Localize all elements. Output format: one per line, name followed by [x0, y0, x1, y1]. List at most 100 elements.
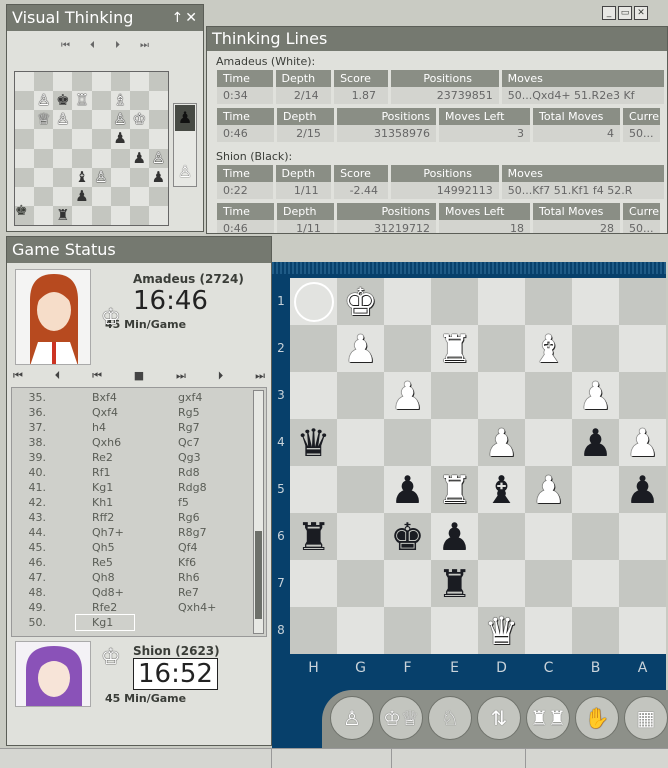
board-square[interactable]	[572, 325, 619, 372]
black-move[interactable]: gxf4	[142, 390, 222, 405]
black-move[interactable]: Qxh4+	[142, 600, 222, 615]
repeat-icon[interactable]: ♜♜	[526, 696, 570, 740]
white-move[interactable]: Qh8	[52, 570, 142, 585]
board-square[interactable]	[337, 419, 384, 466]
white-move[interactable]: Qxh6	[52, 435, 142, 450]
white-move[interactable]: Rf1	[52, 465, 142, 480]
move-row[interactable]: 47. Qh8 Rh6	[12, 570, 266, 585]
white-king-icon[interactable]: ♚	[343, 283, 377, 321]
white-queen-icon[interactable]: ♛	[484, 612, 518, 650]
board-square[interactable]	[525, 278, 572, 325]
step-forward-icon[interactable]: ⏭	[176, 369, 186, 383]
board-square[interactable]	[572, 466, 619, 513]
board-square[interactable]: ♟	[572, 419, 619, 466]
move-row[interactable]: 40. Rf1 Rd8	[12, 465, 266, 480]
white-move[interactable]: Rff2	[52, 510, 142, 525]
black-move[interactable]: Re7	[142, 585, 222, 600]
white-bishop-icon[interactable]: ♝	[531, 330, 565, 368]
board-square[interactable]	[572, 513, 619, 560]
move-row[interactable]: 50. Kg1	[12, 614, 266, 631]
flip-board-icon[interactable]: ♔♕	[379, 696, 423, 740]
first-move-icon[interactable]: ⏮	[13, 369, 23, 383]
move-row[interactable]: 43. Rff2 Rg6	[12, 510, 266, 525]
black-move[interactable]: Qf4	[142, 540, 222, 555]
white-pawn-icon[interactable]: ♟	[578, 377, 612, 415]
board-square[interactable]: ♟	[619, 419, 666, 466]
new-game-icon[interactable]: ♙	[330, 696, 374, 740]
move-row[interactable]: 38. Qxh6 Qc7	[12, 435, 266, 450]
board-square[interactable]	[290, 607, 337, 654]
move-row[interactable]: 48. Qd8+ Re7	[12, 585, 266, 600]
move-row[interactable]: 35. Bxf4 gxf4	[12, 390, 266, 405]
black-move[interactable]: Rg5	[142, 405, 222, 420]
move-row[interactable]: 39. Re2 Qg3	[12, 450, 266, 465]
settings-grid-icon[interactable]: ▦	[624, 696, 668, 740]
move-row[interactable]: 46. Re5 Kf6	[12, 555, 266, 570]
board-square[interactable]	[619, 607, 666, 654]
board-square[interactable]	[619, 560, 666, 607]
white-move[interactable]: Kg1	[75, 614, 135, 631]
swap-sides-icon[interactable]: ⇅	[477, 696, 521, 740]
white-move[interactable]: Qd8+	[52, 585, 142, 600]
board-square[interactable]	[478, 560, 525, 607]
stop-icon[interactable]: ■	[134, 369, 144, 383]
board-square[interactable]	[337, 372, 384, 419]
board-square[interactable]	[431, 372, 478, 419]
black-queen-icon[interactable]: ♛	[296, 424, 330, 462]
black-move[interactable]: R8g7	[142, 525, 222, 540]
board-square[interactable]: ♟	[384, 372, 431, 419]
board-square[interactable]: ♝	[525, 325, 572, 372]
board-square[interactable]	[478, 278, 525, 325]
move-list[interactable]: 35. Bxf4 gxf4 36. Qxf4 Rg5 37. h4 Rg7 38. Qxh6 Qc7 3…	[11, 387, 267, 637]
board-square[interactable]	[478, 325, 525, 372]
move-row[interactable]: 37. h4 Rg7	[12, 420, 266, 435]
close-icon[interactable]: ✕	[185, 10, 199, 26]
white-move[interactable]: Re2	[52, 450, 142, 465]
white-move[interactable]: Qh7+	[52, 525, 142, 540]
black-pawn-icon[interactable]: ♟	[578, 424, 612, 462]
board-square[interactable]	[525, 607, 572, 654]
white-move[interactable]: Qxf4	[52, 405, 142, 420]
white-move[interactable]: Rfe2	[52, 600, 142, 615]
white-move[interactable]: Kg1	[52, 480, 142, 495]
white-pawn-icon[interactable]: ♟	[390, 377, 424, 415]
black-move[interactable]: Qc7	[142, 435, 222, 450]
board-square[interactable]: ♜	[431, 560, 478, 607]
board-square[interactable]	[431, 419, 478, 466]
board-square[interactable]: ♟	[572, 372, 619, 419]
highlight-square[interactable]	[290, 278, 337, 325]
step-back-icon[interactable]: ⏮	[92, 369, 102, 383]
board-square[interactable]: ♚	[384, 513, 431, 560]
board-square[interactable]: ♟	[619, 466, 666, 513]
board-square[interactable]	[572, 607, 619, 654]
board-square[interactable]	[384, 325, 431, 372]
board-square[interactable]: ♟	[337, 325, 384, 372]
next-move-icon[interactable]: ⏵	[218, 369, 224, 383]
white-move[interactable]: Qh5	[52, 540, 142, 555]
board-square[interactable]	[290, 466, 337, 513]
black-bishop-icon[interactable]: ♝	[484, 471, 518, 509]
white-move[interactable]: Kh1	[52, 495, 142, 510]
board-square[interactable]: ♟	[478, 419, 525, 466]
board-square[interactable]: ♚	[337, 278, 384, 325]
resign-icon[interactable]: ✋	[575, 696, 619, 740]
board-square[interactable]	[337, 607, 384, 654]
board-square[interactable]: ♟	[431, 513, 478, 560]
chess-board[interactable]: ♚ ♟ ♜ ♝ ♟ ♟ ♛ ♟ ♟ ♟ ♟ ♜ ♝ ♟ ♟ ♜ ♚ ♟ ♜ ♛	[290, 278, 666, 654]
board-square[interactable]	[384, 607, 431, 654]
white-pawn-icon[interactable]: ♟	[343, 330, 377, 368]
black-move[interactable]	[142, 615, 222, 630]
board-square[interactable]: ♜	[290, 513, 337, 560]
minimize-icon[interactable]: _	[602, 6, 616, 20]
black-move[interactable]: Rh6	[142, 570, 222, 585]
scrollbar-thumb[interactable]	[255, 531, 262, 619]
white-rook-icon[interactable]: ♜	[437, 330, 471, 368]
black-pawn-icon[interactable]: ♟	[625, 471, 659, 509]
white-pawn-icon[interactable]: ♟	[484, 424, 518, 462]
move-list-scrollbar[interactable]	[253, 390, 264, 634]
move-row[interactable]: 41. Kg1 Rdg8	[12, 480, 266, 495]
board-square[interactable]	[337, 513, 384, 560]
board-square[interactable]	[619, 325, 666, 372]
board-square[interactable]	[431, 278, 478, 325]
black-rook-icon[interactable]: ♜	[296, 518, 330, 556]
